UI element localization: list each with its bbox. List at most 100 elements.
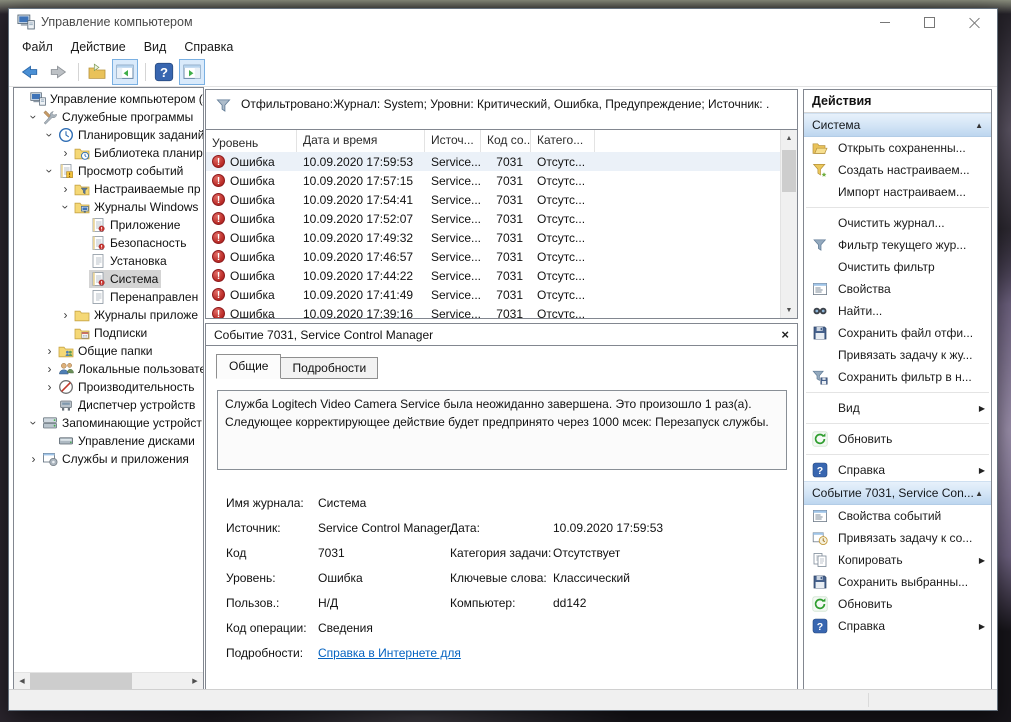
action-item[interactable]: ?Справка▶	[804, 459, 991, 481]
forward-button[interactable]	[45, 59, 71, 85]
event-row[interactable]: !Ошибка10.09.2020 17:46:57Service...7031…	[206, 247, 780, 266]
collapse-icon[interactable]: ▲	[975, 121, 983, 130]
action-item[interactable]: Привязать задачу к со...	[804, 527, 991, 549]
tree-item[interactable]: ›Локальные пользовате	[14, 360, 203, 378]
expander-collapsed-icon[interactable]: ›	[58, 309, 73, 321]
event-row[interactable]: !Ошибка10.09.2020 17:52:07Service...7031…	[206, 209, 780, 228]
expander-collapsed-icon[interactable]: ›	[42, 381, 57, 393]
expander-expanded-icon[interactable]: ›	[44, 128, 56, 143]
scroll-up-icon[interactable]: ▲	[781, 130, 797, 146]
column-header-1[interactable]: Уровень	[206, 130, 297, 152]
expander-expanded-icon[interactable]: ›	[44, 164, 56, 179]
tree-item[interactable]: ›Управление дисками	[14, 432, 203, 450]
menu-item-Вид[interactable]: Вид	[135, 37, 176, 57]
tree-item[interactable]: ›Журналы Windows	[14, 198, 203, 216]
expander-collapsed-icon[interactable]: ›	[42, 363, 57, 375]
action-item[interactable]: Очистить журнал...	[804, 212, 991, 234]
minimize-button[interactable]	[862, 9, 907, 35]
tree-item[interactable]: ›Библиотека планир	[14, 144, 203, 162]
tree-item[interactable]: ›Установка	[14, 252, 203, 270]
action-item[interactable]: Импорт настраиваем...	[804, 181, 991, 203]
action-item[interactable]: Обновить	[804, 428, 991, 450]
action-item[interactable]: ?Справка▶	[804, 615, 991, 637]
expander-collapsed-icon[interactable]: ›	[26, 453, 41, 465]
tree-item[interactable]: ›Безопасность	[14, 234, 203, 252]
detail-tabs: Общие Подробности	[216, 354, 377, 379]
scrollbar-thumb[interactable]	[30, 673, 132, 689]
scrollbar-thumb[interactable]	[782, 150, 796, 192]
action-item[interactable]: Создать настраиваем...	[804, 159, 991, 181]
tab-details[interactable]: Подробности	[280, 357, 378, 379]
expander-expanded-icon[interactable]: ›	[60, 200, 72, 215]
action-pane-toggle[interactable]	[179, 59, 205, 85]
tree-item[interactable]: ›Перенаправлен	[14, 288, 203, 306]
action-item[interactable]: Сохранить фильтр в н...	[804, 366, 991, 388]
action-item[interactable]: Сохранить выбранны...	[804, 571, 991, 593]
action-section-header-1[interactable]: Система▲	[804, 113, 991, 137]
tree-item[interactable]: ›Управление компьютером (л	[14, 90, 203, 108]
column-header-2[interactable]: Дата и время	[297, 130, 425, 152]
event-list-scrollbar[interactable]: ▲ ▼	[780, 130, 797, 318]
column-header-4[interactable]: Код со...	[481, 130, 531, 152]
tab-general[interactable]: Общие	[216, 354, 281, 379]
menu-item-Справка[interactable]: Справка	[175, 37, 242, 57]
menu-item-Действие[interactable]: Действие	[62, 37, 135, 57]
expander-collapsed-icon[interactable]: ›	[58, 147, 73, 159]
tree-item[interactable]: ›Журналы приложе	[14, 306, 203, 324]
action-item[interactable]: Свойства событий	[804, 505, 991, 527]
expander-expanded-icon[interactable]: ›	[28, 416, 40, 431]
scroll-right-icon[interactable]: ▶	[187, 673, 203, 689]
action-item[interactable]: Вид▶	[804, 397, 991, 419]
tree-item[interactable]: ›Служебные программы	[14, 108, 203, 126]
event-level-cell: !Ошибка	[206, 193, 297, 207]
scroll-left-icon[interactable]: ◀	[14, 673, 30, 689]
action-item[interactable]: Копировать▶	[804, 549, 991, 571]
action-item[interactable]: Обновить	[804, 593, 991, 615]
back-button[interactable]	[17, 59, 43, 85]
event-row[interactable]: !Ошибка10.09.2020 17:57:15Service...7031…	[206, 171, 780, 190]
online-help-link[interactable]: Справка в Интернете для	[318, 646, 461, 660]
action-item[interactable]: Привязать задачу к жу...	[804, 344, 991, 366]
tree-horizontal-scrollbar[interactable]: ◀ ▶	[14, 672, 203, 689]
expander-collapsed-icon[interactable]: ›	[42, 345, 57, 357]
action-item[interactable]: Фильтр текущего жур...	[804, 234, 991, 256]
tree-item[interactable]: ›Запоминающие устройст	[14, 414, 203, 432]
action-item[interactable]: Сохранить файл отфи...	[804, 322, 991, 344]
tree-item[interactable]: ›Диспетчер устройств	[14, 396, 203, 414]
scroll-down-icon[interactable]: ▼	[781, 302, 797, 318]
help-button[interactable]: ?	[151, 59, 177, 85]
action-item[interactable]: Найти...	[804, 300, 991, 322]
event-row[interactable]: !Ошибка10.09.2020 17:59:53Service...7031…	[206, 152, 780, 171]
menu-item-Файл[interactable]: Файл	[13, 37, 62, 57]
event-row[interactable]: !Ошибка10.09.2020 17:49:32Service...7031…	[206, 228, 780, 247]
detail-close-icon[interactable]: ×	[781, 328, 789, 341]
export-list-button[interactable]	[84, 59, 110, 85]
close-button[interactable]	[952, 9, 997, 35]
log-plain-icon	[90, 253, 106, 269]
action-section-header-2[interactable]: Событие 7031, Service Con...▲	[804, 481, 991, 505]
event-row[interactable]: !Ошибка10.09.2020 17:41:49Service...7031…	[206, 285, 780, 304]
title-bar[interactable]: Управление компьютером	[9, 9, 997, 35]
tree-item[interactable]: ›Подписки	[14, 324, 203, 342]
column-header-5[interactable]: Катего...	[531, 130, 595, 152]
tree-item[interactable]: ›Службы и приложения	[14, 450, 203, 468]
tree-item[interactable]: ›Общие папки	[14, 342, 203, 360]
maximize-button[interactable]	[907, 9, 952, 35]
collapse-icon[interactable]: ▲	[975, 489, 983, 498]
tree-item[interactable]: ›Планировщик заданий	[14, 126, 203, 144]
tree-item[interactable]: ›Просмотр событий	[14, 162, 203, 180]
event-row[interactable]: !Ошибка10.09.2020 17:44:22Service...7031…	[206, 266, 780, 285]
tree-item[interactable]: ›Производительность	[14, 378, 203, 396]
action-item[interactable]: Очистить фильтр	[804, 256, 991, 278]
event-row[interactable]: !Ошибка10.09.2020 17:39:16Service...7031…	[206, 304, 780, 318]
action-item[interactable]: Свойства	[804, 278, 991, 300]
expander-collapsed-icon[interactable]: ›	[58, 183, 73, 195]
event-row[interactable]: !Ошибка10.09.2020 17:54:41Service...7031…	[206, 190, 780, 209]
column-header-3[interactable]: Источ...	[425, 130, 481, 152]
tree-item[interactable]: ›Приложение	[14, 216, 203, 234]
tree-item[interactable]: ›Система	[14, 270, 203, 288]
tree-item[interactable]: ›Настраиваемые пр	[14, 180, 203, 198]
expander-expanded-icon[interactable]: ›	[28, 110, 40, 125]
console-tree-toggle[interactable]	[112, 59, 138, 85]
action-item[interactable]: Открыть сохраненны...	[804, 137, 991, 159]
